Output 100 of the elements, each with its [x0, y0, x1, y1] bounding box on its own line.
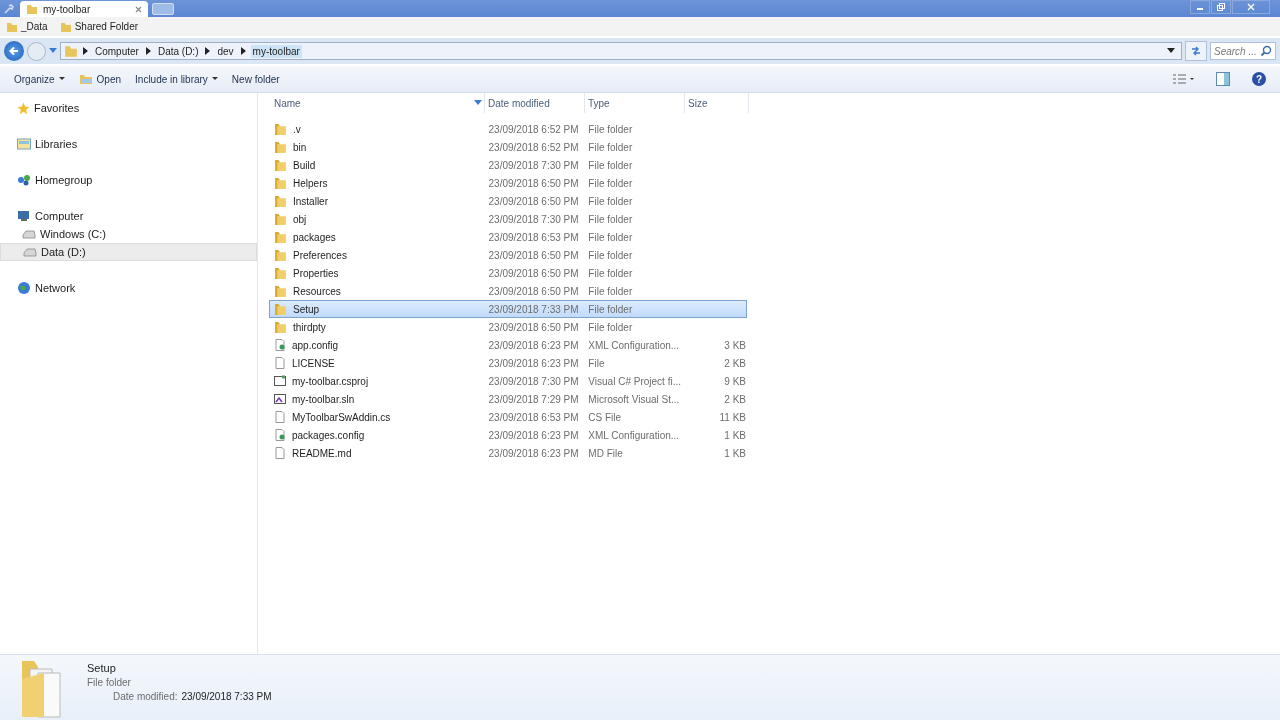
date-cell-text: 23/09/2018 7:30 PM: [488, 375, 580, 387]
list-view-icon: [1172, 73, 1194, 85]
close-button[interactable]: [1232, 0, 1270, 14]
size-cell-text: 1 KB: [723, 447, 746, 459]
file-icon: [274, 411, 286, 423]
type-cell-text: File folder: [588, 159, 634, 171]
star-icon: [17, 101, 30, 115]
date-cell-text: 23/09/2018 6:50 PM: [488, 249, 580, 261]
view-options-button[interactable]: [1172, 73, 1194, 85]
chevron-icon[interactable]: [83, 47, 88, 55]
type-cell-text: File folder: [588, 285, 634, 297]
chevron-icon[interactable]: [240, 47, 246, 55]
column-header[interactable]: Type: [585, 93, 685, 113]
file-row[interactable]: Resources 23/09/2018 6:50 PM File folder: [269, 282, 747, 300]
breadcrumb-item[interactable]: Computer: [93, 44, 141, 58]
column-header[interactable]: Name: [271, 93, 485, 113]
pane-icon: [1216, 72, 1230, 86]
sort-caret-icon: [474, 100, 482, 106]
breadcrumb-item[interactable]: Data (D:): [155, 44, 201, 58]
refresh-button[interactable]: [1185, 41, 1207, 61]
sidebar-item[interactable]: Libraries: [0, 135, 257, 153]
folder-icon: [274, 194, 287, 208]
folder-icon: [20, 659, 64, 719]
toolbar-button[interactable]: New folder: [231, 73, 280, 85]
minimize-button[interactable]: [1190, 0, 1210, 14]
file-row[interactable]: app.config 23/09/2018 6:23 PM XML Configuration... 3 KB: [269, 336, 747, 354]
file-row[interactable]: Preferences 23/09/2018 6:50 PM File folder: [269, 246, 747, 264]
file-row[interactable]: packages.config 23/09/2018 6:23 PM XML Configuration... 1 KB: [269, 426, 747, 444]
date-cell-text: 23/09/2018 6:23 PM: [488, 429, 580, 441]
type-cell-text: CS File: [588, 411, 623, 423]
date-cell-text: 23/09/2018 6:50 PM: [488, 267, 580, 279]
config-file-icon: [274, 339, 286, 351]
network-people-icon: [17, 174, 31, 186]
sidebar-item[interactable]: Computer: [0, 207, 257, 225]
browser-tab[interactable]: my-toolbar: [20, 1, 148, 17]
folder-icon: [274, 122, 287, 136]
date-cell-text: 23/09/2018 6:23 PM: [488, 357, 580, 369]
breadcrumb-item[interactable]: dev: [215, 44, 236, 58]
type-cell-text: File folder: [588, 249, 634, 261]
date-cell-text: 23/09/2018 6:50 PM: [488, 285, 580, 297]
column-header[interactable]: Date modified: [485, 93, 585, 113]
globe-icon: [17, 281, 31, 295]
computer-icon: [17, 210, 31, 222]
sidebar-item[interactable]: Network: [0, 279, 257, 297]
search-icon: [1260, 45, 1272, 57]
search-field[interactable]: Search ...: [1210, 42, 1276, 60]
file-row[interactable]: my-toolbar.csproj 23/09/2018 7:30 PM Visual C# Project fi... 9 KB: [269, 372, 747, 390]
solution-file-icon: [274, 393, 286, 405]
file-row[interactable]: obj 23/09/2018 7:30 PM File folder: [269, 210, 747, 228]
file-row[interactable]: Build 23/09/2018 7:30 PM File folder: [269, 156, 747, 174]
dropdown-caret-icon[interactable]: [1167, 48, 1175, 54]
type-cell-text: File folder: [588, 267, 634, 279]
file-row[interactable]: LICENSE 23/09/2018 6:23 PM File 2 KB: [269, 354, 747, 372]
preview-pane-button[interactable]: [1216, 72, 1230, 86]
sidebar-item[interactable]: Windows (C:): [0, 225, 257, 243]
size-cell-text: 2 KB: [723, 393, 746, 405]
sidebar-item[interactable]: Homegroup: [0, 171, 257, 189]
toolbar-button[interactable]: Organize: [14, 73, 65, 85]
address-bar[interactable]: Computer Data (D:) dev my-toolbar: [60, 42, 1182, 60]
toolbar-button[interactable]: Open: [78, 73, 122, 85]
file-row[interactable]: Properties 23/09/2018 6:50 PM File folder: [269, 264, 747, 282]
file-row[interactable]: packages 23/09/2018 6:53 PM File folder: [269, 228, 747, 246]
chevron-icon[interactable]: [145, 47, 151, 55]
type-cell-text: File folder: [588, 303, 634, 315]
folder-icon: [274, 176, 287, 190]
file-name: my-toolbar.csproj: [292, 375, 369, 387]
file-row[interactable]: my-toolbar.sln 23/09/2018 7:29 PM Microsoft Visual St... 2 KB: [269, 390, 747, 408]
file-name: MyToolbarSwAddin.cs: [292, 411, 391, 423]
file-row[interactable]: README.md 23/09/2018 6:23 PM MD File 1 KB: [269, 444, 747, 462]
file-row[interactable]: Helpers 23/09/2018 6:50 PM File folder: [269, 174, 747, 192]
file-row[interactable]: MyToolbarSwAddin.cs 23/09/2018 6:53 PM CS File 11 KB: [269, 408, 747, 426]
file-name: packages.config: [292, 429, 365, 441]
folder-icon: [274, 266, 287, 280]
restore-button[interactable]: [1211, 0, 1231, 14]
file-name: thirdpty: [293, 321, 326, 333]
bookmark-label: _Data: [21, 21, 48, 32]
type-cell-text: File folder: [588, 141, 634, 153]
sidebar-item[interactable]: Data (D:): [0, 243, 257, 261]
restore-icon: [1217, 3, 1225, 11]
file-name: my-toolbar.sln: [292, 393, 355, 405]
sidebar-item[interactable]: Favorites: [0, 99, 257, 117]
wrench-icon[interactable]: [4, 3, 14, 14]
refresh-arrows-icon: [1190, 45, 1202, 57]
details-value: 23/09/2018 7:33 PM: [181, 691, 272, 702]
type-cell-text: XML Configuration...: [588, 339, 681, 351]
help-button[interactable]: ?: [1252, 72, 1266, 86]
file-row[interactable]: bin 23/09/2018 6:52 PM File folder: [269, 138, 747, 156]
chevron-icon[interactable]: [205, 47, 211, 55]
size-cell-text: 3 KB: [723, 339, 746, 351]
column-header[interactable]: Size: [685, 93, 749, 113]
type-cell-text: File folder: [588, 231, 634, 243]
file-row[interactable]: Installer 23/09/2018 6:50 PM File folder: [269, 192, 747, 210]
breadcrumb-item[interactable]: my-toolbar: [250, 44, 302, 58]
file-row[interactable]: Setup 23/09/2018 7:33 PM File folder: [269, 300, 747, 318]
file-row[interactable]: thirdpty 23/09/2018 6:50 PM File folder: [269, 318, 747, 336]
back-button[interactable]: [4, 41, 24, 61]
close-tab-icon[interactable]: [135, 5, 142, 13]
file-row[interactable]: .v 23/09/2018 6:52 PM File folder: [269, 120, 747, 138]
toolbar-button[interactable]: Include in library: [135, 73, 218, 85]
file-name: Preferences: [293, 249, 347, 261]
